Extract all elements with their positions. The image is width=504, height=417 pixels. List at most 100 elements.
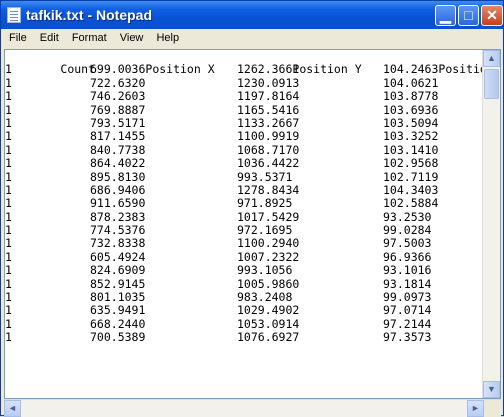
position-x-value: 824.6909 <box>90 263 146 278</box>
position-z-value: 97.3573 <box>383 330 432 345</box>
position-y-value: 1036.4422 <box>237 156 300 171</box>
text-line: 1 801.1035 983.2408 99.0973 <box>5 290 483 305</box>
position-y-value: 1068.7170 <box>237 142 300 157</box>
position-z-value: 103.3252 <box>383 129 439 144</box>
position-x-value: 801.1035 <box>90 290 146 305</box>
position-z-value: 93.1016 <box>383 263 432 278</box>
menu-file[interactable]: File <box>4 29 32 47</box>
count-value: 1 <box>5 75 12 90</box>
position-z-value: 99.0973 <box>383 290 432 305</box>
scroll-down-arrow-icon[interactable]: ▼ <box>483 381 500 398</box>
count-value: 1 <box>5 115 12 130</box>
position-z-value: 103.1410 <box>383 142 439 157</box>
minimize-button[interactable]: ▁ <box>435 5 456 26</box>
scroll-right-arrow-icon[interactable]: ► <box>467 400 484 417</box>
position-z-value: 97.5003 <box>383 236 432 251</box>
position-y-value: 971.8925 <box>237 196 293 211</box>
position-x-value: 700.5389 <box>90 330 146 345</box>
window-title: tafkik.txt - Notepad <box>26 7 153 23</box>
position-z-value: 93.1814 <box>383 276 432 291</box>
text-line: 1 699.0036 1262.3661 104.2463 <box>5 62 483 77</box>
count-value: 1 <box>5 290 12 305</box>
count-value: 1 <box>5 102 12 117</box>
notepad-window: tafkik.txt - Notepad ▁ □ ✕ File Edit For… <box>0 0 504 417</box>
menu-help[interactable]: Help <box>151 29 184 47</box>
title-bar[interactable]: tafkik.txt - Notepad ▁ □ ✕ <box>1 1 503 29</box>
close-button[interactable]: ✕ <box>481 5 503 26</box>
count-value: 1 <box>5 276 12 291</box>
position-x-value: 699.0036 <box>90 62 146 77</box>
count-value: 1 <box>5 156 12 171</box>
count-value: 1 <box>5 209 12 224</box>
position-x-value: 878.2383 <box>90 209 146 224</box>
text-line: 1 686.9406 1278.8434 104.3403 <box>5 182 483 197</box>
position-y-value: 1133.2667 <box>237 115 300 130</box>
position-y-value: 1262.3661 <box>237 62 300 77</box>
text-line: 1 793.5171 1133.2667 103.5094 <box>5 115 483 130</box>
position-z-value: 104.0621 <box>383 75 439 90</box>
position-y-value: 1278.8434 <box>237 182 300 197</box>
position-y-value: 1007.2322 <box>237 249 300 264</box>
position-x-value: 774.5376 <box>90 223 146 238</box>
position-z-value: 103.5094 <box>383 115 439 130</box>
count-value: 1 <box>5 169 12 184</box>
position-y-value: 1230.0913 <box>237 75 300 90</box>
position-z-value: 103.6936 <box>383 102 439 117</box>
text-line: 1 864.4022 1036.4422 102.9568 <box>5 156 483 171</box>
count-value: 1 <box>5 62 12 77</box>
position-z-value: 103.8778 <box>383 89 439 104</box>
position-z-value: 99.0284 <box>383 223 432 238</box>
menu-format[interactable]: Format <box>67 29 112 47</box>
count-value: 1 <box>5 129 12 144</box>
position-x-value: 793.5171 <box>90 115 146 130</box>
position-y-value: 1017.5429 <box>237 209 300 224</box>
vertical-scroll-thumb[interactable] <box>484 69 499 99</box>
position-z-value: 102.7119 <box>383 169 439 184</box>
position-y-value: 993.1056 <box>237 263 293 278</box>
maximize-button[interactable]: □ <box>458 5 479 26</box>
size-grip[interactable] <box>484 400 501 417</box>
text-line: 1 746.2603 1197.8164 103.8778 <box>5 89 483 104</box>
count-value: 1 <box>5 330 12 345</box>
horizontal-scrollbar[interactable]: ◄ ► <box>4 399 501 417</box>
text-line: 1 668.2440 1053.0914 97.2144 <box>5 316 483 331</box>
text-line: 1 817.1455 1100.9919 103.3252 <box>5 129 483 144</box>
position-z-value: 102.9568 <box>383 156 439 171</box>
vertical-scrollbar[interactable]: ▲ ▼ <box>482 50 500 398</box>
scroll-up-arrow-icon[interactable]: ▲ <box>483 50 500 67</box>
position-y-value: 1100.9919 <box>237 129 300 144</box>
position-z-value: 96.9366 <box>383 249 432 264</box>
text-line: 1 635.9491 1029.4902 97.0714 <box>5 303 483 318</box>
menu-view[interactable]: View <box>115 29 149 47</box>
count-value: 1 <box>5 263 12 278</box>
count-value: 1 <box>5 182 12 197</box>
count-value: 1 <box>5 303 12 318</box>
position-z-value: 104.2463 <box>383 62 439 77</box>
position-x-value: 635.9491 <box>90 303 146 318</box>
text-content[interactable]: CountPosition XPosition YPosition Z 1 699… <box>5 50 483 398</box>
text-line: 1 774.5376 972.1695 99.0284 <box>5 223 483 238</box>
position-y-value: 1076.6927 <box>237 330 300 345</box>
position-y-value: 1053.0914 <box>237 316 300 331</box>
position-x-value: 722.6320 <box>90 75 146 90</box>
position-y-value: 993.5371 <box>237 169 293 184</box>
text-line: 1 878.2383 1017.5429 93.2530 <box>5 209 483 224</box>
menu-edit[interactable]: Edit <box>35 29 64 47</box>
position-z-value: 97.2144 <box>383 316 432 331</box>
position-z-value: 93.2530 <box>383 209 432 224</box>
position-y-value: 1005.9860 <box>237 276 300 291</box>
position-x-value: 840.7738 <box>90 142 146 157</box>
text-editor[interactable]: CountPosition XPosition YPosition Z 1 699… <box>4 49 501 399</box>
position-x-value: 668.2440 <box>90 316 146 331</box>
text-line: 1 722.6320 1230.0913 104.0621 <box>5 75 483 90</box>
position-y-value: 983.2408 <box>237 290 293 305</box>
notepad-icon[interactable] <box>7 7 21 23</box>
count-value: 1 <box>5 196 12 211</box>
position-x-value: 732.8338 <box>90 236 146 251</box>
count-value: 1 <box>5 89 12 104</box>
position-x-value: 864.4022 <box>90 156 146 171</box>
text-line: 1 911.6590 971.8925 102.5884 <box>5 196 483 211</box>
scroll-left-arrow-icon[interactable]: ◄ <box>4 400 21 417</box>
count-value: 1 <box>5 316 12 331</box>
text-line: 1 895.8130 993.5371 102.7119 <box>5 169 483 184</box>
